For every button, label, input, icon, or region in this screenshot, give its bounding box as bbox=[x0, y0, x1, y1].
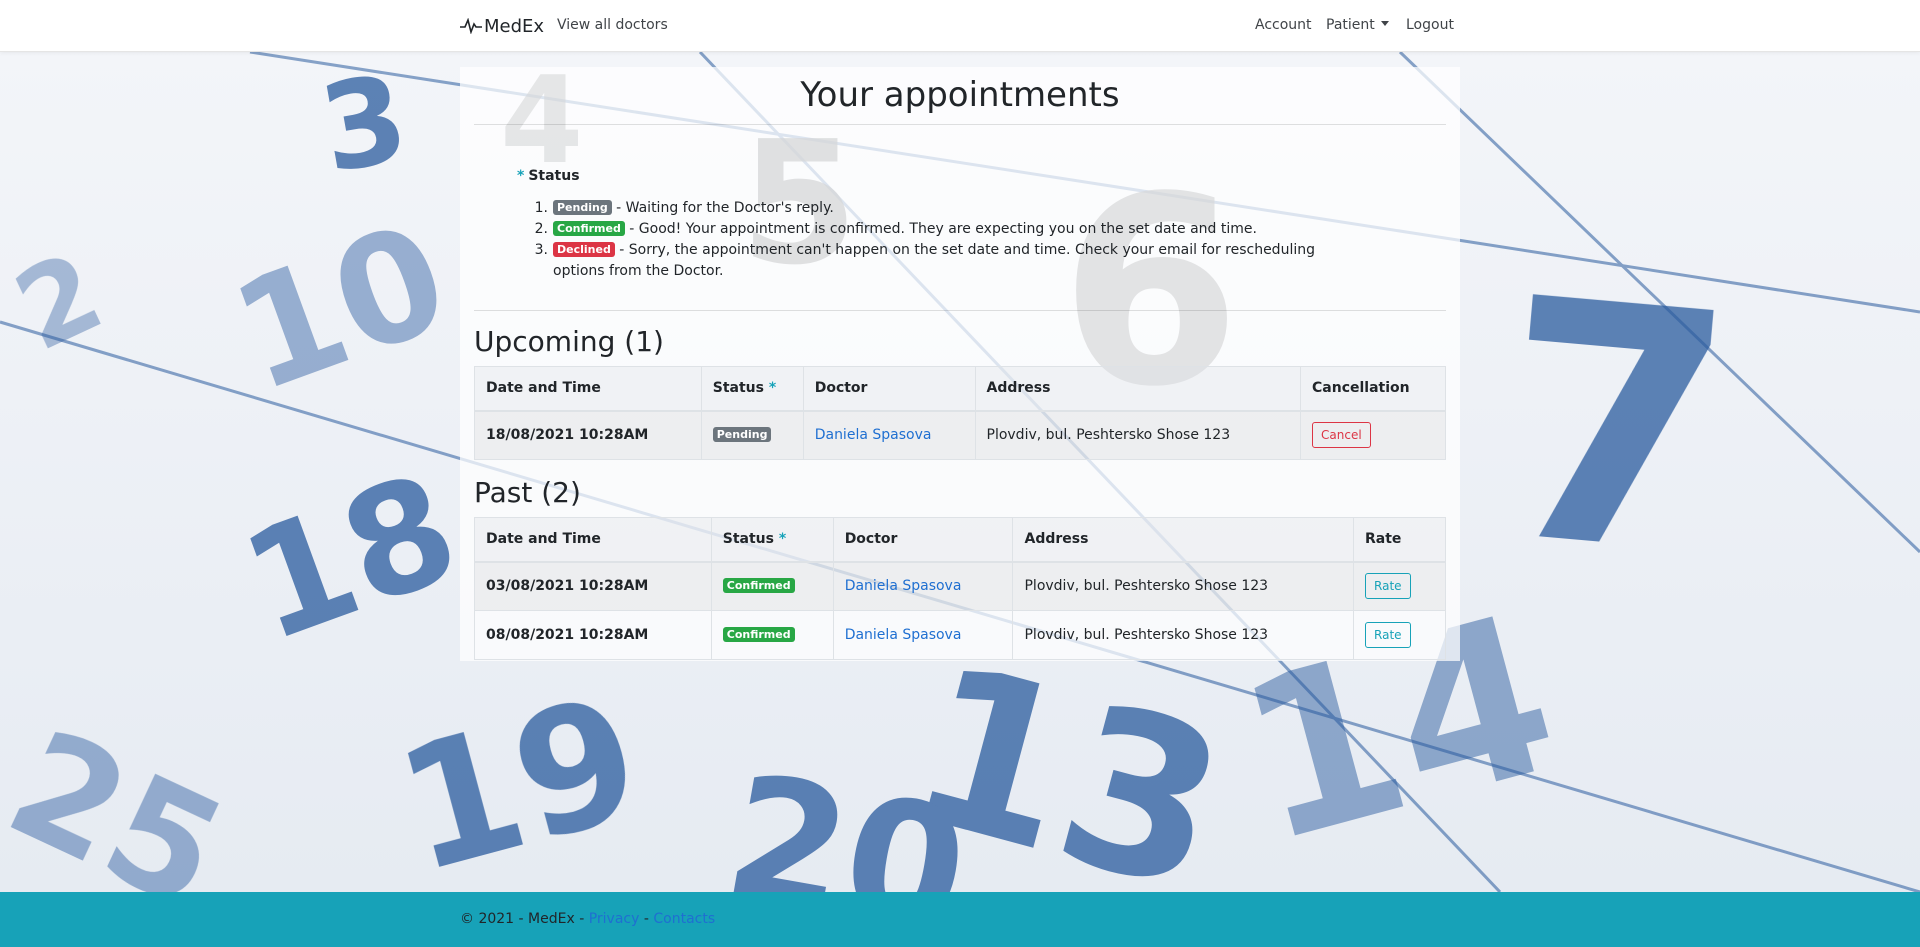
appointment-doctor: Daniela Spasova bbox=[832, 561, 1014, 611]
doctor-link[interactable]: Daniela Spasova bbox=[845, 627, 962, 643]
nav-patient-dropdown[interactable]: Patient bbox=[1326, 17, 1389, 33]
rate-button[interactable]: Rate bbox=[1365, 573, 1411, 600]
footer-contacts-link[interactable]: Contacts bbox=[653, 911, 715, 927]
col-status-label: Status bbox=[722, 531, 774, 548]
svg-text:18: 18 bbox=[223, 441, 479, 676]
heartbeat-icon bbox=[460, 18, 482, 34]
legend-number: 3. bbox=[534, 242, 548, 258]
status-badge: Confirmed bbox=[722, 627, 795, 642]
appointment-datetime: 08/08/2021 10:28AM bbox=[474, 610, 712, 660]
appointment-address: Plovdiv, bul. Peshtersko Shose 123 bbox=[1012, 561, 1355, 611]
col-date-time: Date and Time bbox=[474, 366, 702, 412]
svg-text:19: 19 bbox=[379, 659, 659, 892]
brand-name: MedEx bbox=[484, 15, 545, 37]
status-star: * bbox=[768, 380, 777, 397]
table-header-row: Date and Time Status * Doctor Address Ca… bbox=[474, 366, 1446, 412]
col-date-time: Date and Time bbox=[474, 517, 712, 563]
footer-copyright: © 2021 - MedEx - bbox=[460, 911, 589, 927]
doctor-link[interactable]: Daniela Spasova bbox=[845, 578, 962, 594]
status-legend-list: 1. Pending - Waiting for the Doctor's re… bbox=[535, 198, 1353, 282]
required-star: * bbox=[517, 168, 525, 184]
legend-item-confirmed: 2. Confirmed - Good! Your appointment is… bbox=[535, 219, 1353, 240]
appointment-status: Confirmed bbox=[710, 561, 834, 611]
doctor-link[interactable]: Daniela Spasova bbox=[815, 427, 932, 443]
footer-text: © 2021 - MedEx - Privacy - Contacts bbox=[460, 911, 715, 927]
appointment-action: Rate bbox=[1353, 610, 1446, 660]
pending-badge: Pending bbox=[553, 200, 612, 215]
upcoming-title: Upcoming (1) bbox=[474, 325, 664, 358]
col-status-label: Status bbox=[712, 380, 764, 397]
appointment-datetime: 03/08/2021 10:28AM bbox=[474, 561, 712, 611]
table-row: 03/08/2021 10:28AM Confirmed Daniela Spa… bbox=[474, 561, 1446, 611]
col-rate: Rate bbox=[1353, 517, 1446, 563]
appointment-action: Cancel bbox=[1300, 410, 1446, 460]
appointments-card: Your appointments * Status 1. Pending - W… bbox=[460, 67, 1460, 661]
appointment-doctor: Daniela Spasova bbox=[832, 610, 1014, 660]
table-row: 18/08/2021 10:28AM Pending Daniela Spaso… bbox=[474, 410, 1446, 460]
upcoming-table: Date and Time Status * Doctor Address Ca… bbox=[474, 366, 1446, 460]
confirmed-badge: Confirmed bbox=[553, 221, 625, 236]
appointment-address: Plovdiv, bul. Peshtersko Shose 123 bbox=[1012, 610, 1355, 660]
legend-heading-text: Status bbox=[528, 168, 580, 184]
nav-patient-label: Patient bbox=[1326, 17, 1375, 33]
cancel-button[interactable]: Cancel bbox=[1312, 422, 1371, 449]
nav-view-all-doctors[interactable]: View all doctors bbox=[557, 17, 668, 33]
top-navbar: MedEx View all doctors Account Patient L… bbox=[0, 0, 1920, 52]
appointment-status: Confirmed bbox=[710, 610, 834, 660]
title-divider bbox=[474, 124, 1446, 125]
caret-down-icon bbox=[1380, 21, 1389, 26]
col-address: Address bbox=[974, 366, 1302, 412]
rate-button[interactable]: Rate bbox=[1365, 622, 1411, 648]
declined-badge: Declined bbox=[553, 242, 615, 257]
col-status: Status * bbox=[700, 366, 804, 412]
status-badge: Pending bbox=[712, 427, 772, 443]
table-header-row: Date and Time Status * Doctor Address Ra… bbox=[474, 517, 1446, 563]
legend-text: - Good! Your appointment is confirmed. T… bbox=[624, 221, 1257, 237]
legend-number: 2. bbox=[534, 221, 548, 237]
status-badge: Confirmed bbox=[722, 578, 795, 594]
appointment-address: Plovdiv, bul. Peshtersko Shose 123 bbox=[974, 410, 1302, 460]
nav-logout[interactable]: Logout bbox=[1406, 17, 1454, 33]
legend-item-pending: 1. Pending - Waiting for the Doctor's re… bbox=[535, 198, 1353, 219]
appointment-doctor: Daniela Spasova bbox=[802, 410, 976, 460]
svg-text:7: 7 bbox=[1483, 227, 1745, 630]
status-star: * bbox=[778, 531, 787, 548]
legend-number: 1. bbox=[534, 200, 548, 216]
legend-divider bbox=[474, 310, 1446, 311]
past-table: Date and Time Status * Doctor Address Ra… bbox=[474, 517, 1446, 660]
footer: © 2021 - MedEx - Privacy - Contacts bbox=[0, 892, 1920, 947]
col-cancellation: Cancellation bbox=[1300, 366, 1446, 412]
legend-text: - Sorry, the appointment can't happen on… bbox=[553, 242, 1315, 279]
footer-separator: - bbox=[639, 911, 654, 927]
appointment-datetime: 18/08/2021 10:28AM bbox=[474, 410, 702, 460]
appointment-action: Rate bbox=[1353, 561, 1446, 611]
page-title: Your appointments bbox=[800, 75, 1120, 115]
legend-item-declined: 3. Declined - Sorry, the appointment can… bbox=[535, 240, 1353, 282]
table-row: 08/08/2021 10:28AM Confirmed Daniela Spa… bbox=[474, 610, 1446, 660]
nav-account[interactable]: Account bbox=[1255, 17, 1312, 33]
col-status: Status * bbox=[710, 517, 834, 563]
svg-text:10: 10 bbox=[213, 191, 469, 426]
past-title: Past (2) bbox=[474, 476, 581, 509]
status-legend-heading: * Status bbox=[517, 168, 580, 184]
col-address: Address bbox=[1012, 517, 1355, 563]
footer-privacy-link[interactable]: Privacy bbox=[589, 911, 640, 927]
col-doctor: Doctor bbox=[802, 366, 976, 412]
appointment-status: Pending bbox=[700, 410, 804, 460]
brand-link[interactable]: MedEx bbox=[460, 13, 544, 39]
col-doctor: Doctor bbox=[832, 517, 1014, 563]
svg-text:25: 25 bbox=[0, 697, 248, 892]
legend-text: - Waiting for the Doctor's reply. bbox=[611, 200, 834, 216]
